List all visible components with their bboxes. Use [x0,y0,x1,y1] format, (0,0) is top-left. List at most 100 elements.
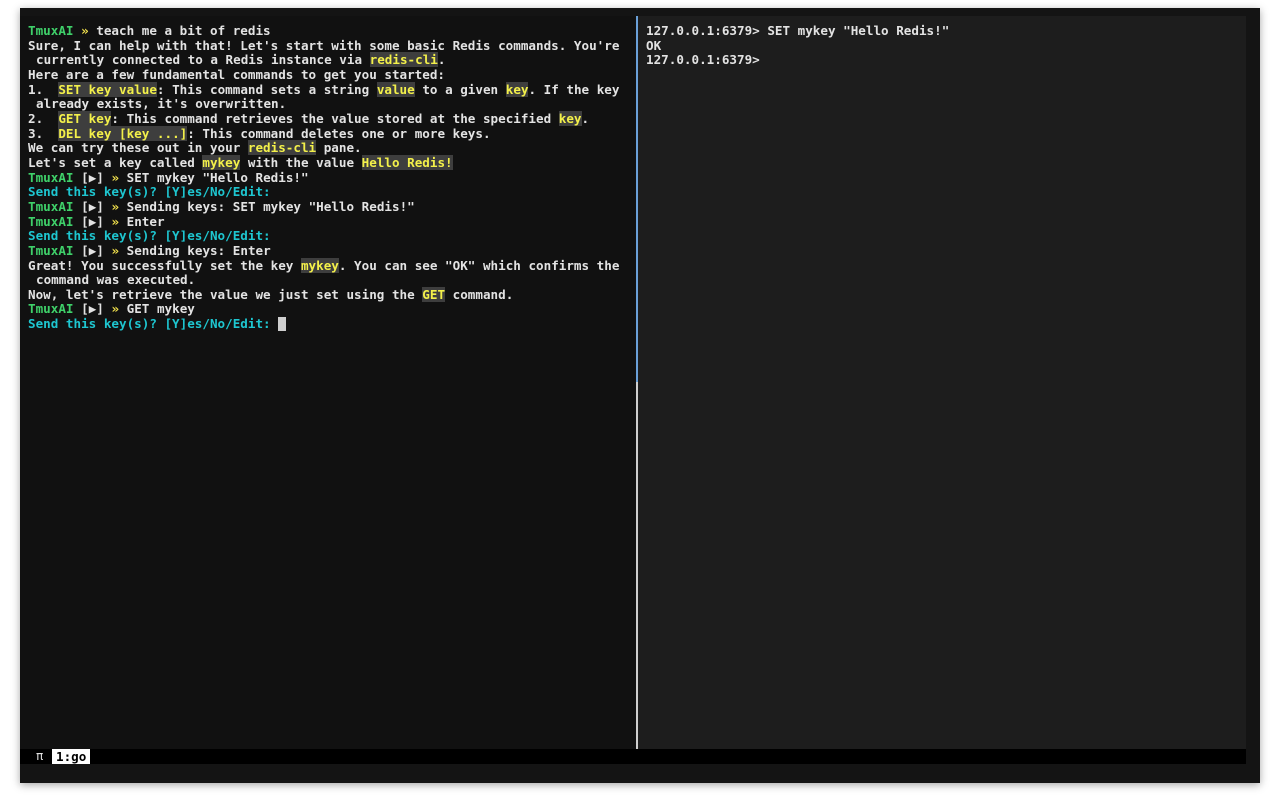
tmuxai-prompt: TmuxAI [28,242,74,258]
terminal-line: command was executed. [28,272,634,288]
tmuxai-prompt: TmuxAI [28,169,74,185]
terminal-line: Sure, I can help with that! Let's start … [28,37,634,54]
line-text [74,170,82,185]
line-text: : This command deletes one or more keys. [187,125,491,141]
inline-code: key [505,81,529,97]
line-text: Enter [126,213,165,229]
line-text: 2. [28,110,59,126]
terminal-line: currently connected to a Redis instance … [28,52,634,68]
line-text: to a given [414,81,506,97]
tmux-status-bar: π 1:go [20,749,1246,764]
inline-code: GET key [58,110,112,126]
bracket: ] [96,213,104,229]
terminal-line: 2. GET key: This command retrieves the v… [28,110,634,127]
session-icon: π [36,749,44,763]
line-text: Great! You successfully set the key [28,257,301,273]
bracket: ] [96,301,104,317]
bracket: ] [96,198,104,214]
terminal-line: TmuxAI [▶] » SET mykey "Hello Redis!" [28,169,634,186]
terminal-line: TmuxAI » teach me a bit of redis [28,23,634,39]
terminal-line: We can try these out in your redis-cli p… [28,140,634,156]
tmuxai-prompt: TmuxAI [28,198,74,214]
block-cursor[interactable] [278,317,287,332]
confirm-prompt: Send this key(s)? [Y]es/No/Edit: [28,228,271,244]
prompt-separator: » [103,242,127,258]
redis-cli-pane[interactable]: 127.0.0.1:6379> SET mykey "Hello Redis!"… [638,16,1246,749]
bracket: [ [81,242,89,258]
tmuxai-pane[interactable]: TmuxAI » teach me a bit of redis Sure, I … [20,16,636,749]
line-text: Sending keys: SET mykey "Hello Redis!" [126,198,415,214]
terminal-line: Send this key(s)? [Y]es/No/Edit: [28,184,634,200]
line-text: 1. [28,81,59,97]
line-text: command. [445,286,514,302]
window-tab-1-go[interactable]: 1:go [52,749,91,764]
bracket: [ [81,198,89,214]
line-text: Sending keys: Enter [126,242,271,258]
confirm-prompt: Send this key(s)? [Y]es/No/Edit: [28,184,271,200]
line-text [74,214,82,229]
line-text: : This command retrieves the value store… [111,110,559,126]
inline-code: mykey [300,257,339,273]
bracket: [ [81,169,89,185]
line-text: SET mykey "Hello Redis!" [126,169,309,185]
line-text: Sure, I can help with that! Let's start … [28,37,620,53]
line-text: : This command sets a string [156,81,377,97]
redis-cli-line: 127.0.0.1:6379> [646,52,760,68]
inline-code: redis-cli [369,52,438,68]
bracket: ] [96,169,104,185]
line-text: . [581,110,590,126]
bracket: [ [81,213,89,229]
inline-code: redis-cli [247,140,317,156]
terminal-line: Here are a few fundamental commands to g… [28,66,634,83]
tmuxai-prompt: TmuxAI [28,301,74,317]
inline-code: key [558,110,582,126]
prompt-separator: » [103,301,127,317]
terminal-line: Great! You successfully set the key myke… [28,257,634,274]
line-text: . You can see "OK" which confirms the [338,257,620,273]
prompt-separator: » [103,213,127,229]
tmuxai-prompt: TmuxAI [28,23,74,38]
redis-cli-output: 127.0.0.1:6379> SET mykey "Hello Redis!"… [646,23,1244,68]
inline-code: mykey [202,154,241,170]
terminal-line: already exists, it's overwritten. [28,96,634,112]
terminal-line: Send this key(s)? [Y]es/No/Edit: [28,316,634,332]
redis-cli-line: 127.0.0.1:6379> SET mykey "Hello Redis!" [646,23,950,38]
terminal-line: Let's set a key called mykey with the va… [28,154,634,171]
terminal-window: TmuxAI » teach me a bit of redis Sure, I … [20,8,1260,783]
inline-code: DEL key [key ...] [58,125,188,141]
redis-cli-line: OK [646,37,662,53]
bracket: ] [96,242,104,258]
line-text: 3. [28,125,59,141]
line-text: GET mykey [126,301,195,317]
line-text [74,301,82,316]
tmuxai-output: TmuxAI » teach me a bit of redis Sure, I … [28,23,634,332]
inline-code: Hello Redis! [361,154,453,170]
line-text: Let's set a key called [28,154,203,170]
terminal-line: 1. SET key value: This command sets a st… [28,81,634,98]
inline-code: SET key value [58,81,157,97]
terminal-line: Now, let's retrieve the value we just se… [28,286,634,303]
line-text: with the value [240,154,362,170]
line-text: . [437,52,446,68]
line-text [74,243,82,258]
line-text: currently connected to a Redis instance … [36,52,370,68]
inline-code: GET [422,286,446,302]
line-text: already exists, it's overwritten. [36,96,287,112]
terminal-line: TmuxAI [▶] » Enter [28,213,634,230]
terminal-line: 3. DEL key [key ...]: This command delet… [28,125,634,142]
confirm-prompt: Send this key(s)? [Y]es/No/Edit: [28,316,279,332]
terminal-line: TmuxAI [▶] » GET mykey [28,302,634,317]
prompt-separator: » [103,198,127,214]
line-text [74,199,82,214]
line-text: teach me a bit of redis [96,23,271,38]
prompt-separator: » [73,23,97,38]
line-text: . If the key [528,81,620,97]
tmuxai-prompt: TmuxAI [28,213,74,229]
inline-code: value [376,81,415,97]
line-text: command was executed. [36,272,196,288]
line-text: pane. [316,140,362,156]
prompt-separator: » [103,169,127,185]
line-text: Here are a few fundamental commands to g… [28,66,446,82]
line-text: We can try these out in your [28,140,248,156]
terminal-line: Send this key(s)? [Y]es/No/Edit: [28,228,634,244]
